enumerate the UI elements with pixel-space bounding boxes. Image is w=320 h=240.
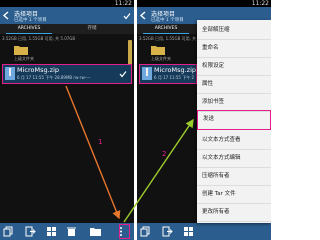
parent-folder-label: 上级文件夹: [14, 56, 34, 61]
tab-archives[interactable]: ARCHIVES: [143, 24, 189, 34]
overflow-menu: 全部解压缩 重命名 权限设定 属性 添加书签 发送 以文本方式查看 以文本方式编…: [197, 20, 271, 223]
file-row-micromsg[interactable]: MicroMsg.zip 6 月 17 11:55 下午 28.89MB rw-…: [2, 64, 132, 84]
file-name: MicroMsg.zip: [154, 66, 197, 74]
status-bar: 11:22: [0, 0, 134, 16]
status-time: 11:22: [251, 0, 269, 7]
menu-item-extract-all[interactable]: 全部解压缩: [197, 20, 271, 40]
menu-item-add-bookmark[interactable]: 添加书签: [197, 92, 271, 112]
left-screenshot: 11:22 选择项目 已选中 1 个项目 ARCHIVES 存储 3.52GB …: [0, 0, 134, 240]
tab-bar: ARCHIVES 存储: [0, 24, 134, 34]
menu-item-edit-as-text[interactable]: 以文本方式编辑: [197, 148, 271, 168]
status-icons: [94, 1, 112, 16]
step-2-label: 2: [162, 150, 167, 158]
status-icons: [231, 1, 249, 16]
grid-icon[interactable]: [46, 226, 57, 237]
delete-icon[interactable]: [66, 226, 77, 237]
file-meta: 6 月 17 11:55 下午 28.89MB rw-rw----: [154, 75, 194, 80]
menu-item-view-as-text[interactable]: 以文本方式查看: [197, 130, 271, 150]
file-name: MicroMsg.zip: [17, 66, 60, 74]
move-icon[interactable]: [25, 226, 36, 237]
parent-folder-label: 上级文件夹: [151, 56, 171, 61]
menu-item-compress-owner[interactable]: 压缩所有者: [197, 166, 271, 186]
grid-icon[interactable]: [183, 226, 194, 237]
step-1-label: 1: [98, 138, 103, 146]
zip-file-icon: [5, 67, 15, 80]
zip-file-icon: [142, 67, 152, 80]
tab-archives[interactable]: ARCHIVES: [6, 24, 52, 34]
menu-item-create-tar[interactable]: 创建 Tar 文件: [197, 184, 271, 204]
file-row-micromsg[interactable]: MicroMsg.zip 6 月 17 11:55 下午 28.89MB rw-…: [139, 64, 197, 84]
file-meta: 6 月 17 11:55 下午 28.89MB rw-rw----: [17, 75, 91, 80]
selection-count: 已选中 1 个项目: [14, 18, 47, 23]
selection-count: 已选中 1 个项目: [151, 18, 184, 23]
parent-folder-row[interactable]: 上级文件夹: [0, 42, 134, 62]
new-folder-icon[interactable]: [90, 226, 101, 237]
menu-item-permissions[interactable]: 权限设定: [197, 56, 271, 76]
move-icon[interactable]: [162, 226, 173, 237]
check-icon[interactable]: [119, 70, 127, 78]
folder-icon: [151, 46, 165, 55]
bottom-toolbar: [0, 223, 134, 240]
title-bar: 选择项目 已选中 1 个项目: [0, 7, 134, 24]
folder-icon: [14, 46, 28, 55]
tab-storage[interactable]: 存储: [72, 24, 112, 34]
check-icon[interactable]: [123, 12, 131, 20]
menu-item-rename[interactable]: 重命名: [197, 38, 271, 58]
back-arrow-icon[interactable]: [2, 11, 10, 20]
copy-icon[interactable]: [3, 226, 14, 237]
menu-item-send[interactable]: 发送: [197, 110, 271, 130]
status-time: 11:22: [114, 0, 132, 7]
menu-item-change-owner[interactable]: 更改所有者: [197, 202, 271, 222]
menu-item-properties[interactable]: 属性: [197, 74, 271, 94]
overflow-highlight: [119, 224, 130, 239]
bottom-toolbar: [137, 223, 271, 240]
right-screenshot: 11:22 选择项目 已选中 1 个项目 ARCHIVES 3.52GB 已用,…: [137, 0, 271, 240]
status-bar: 11:22: [137, 0, 271, 16]
copy-icon[interactable]: [140, 226, 151, 237]
back-arrow-icon[interactable]: [139, 11, 147, 20]
